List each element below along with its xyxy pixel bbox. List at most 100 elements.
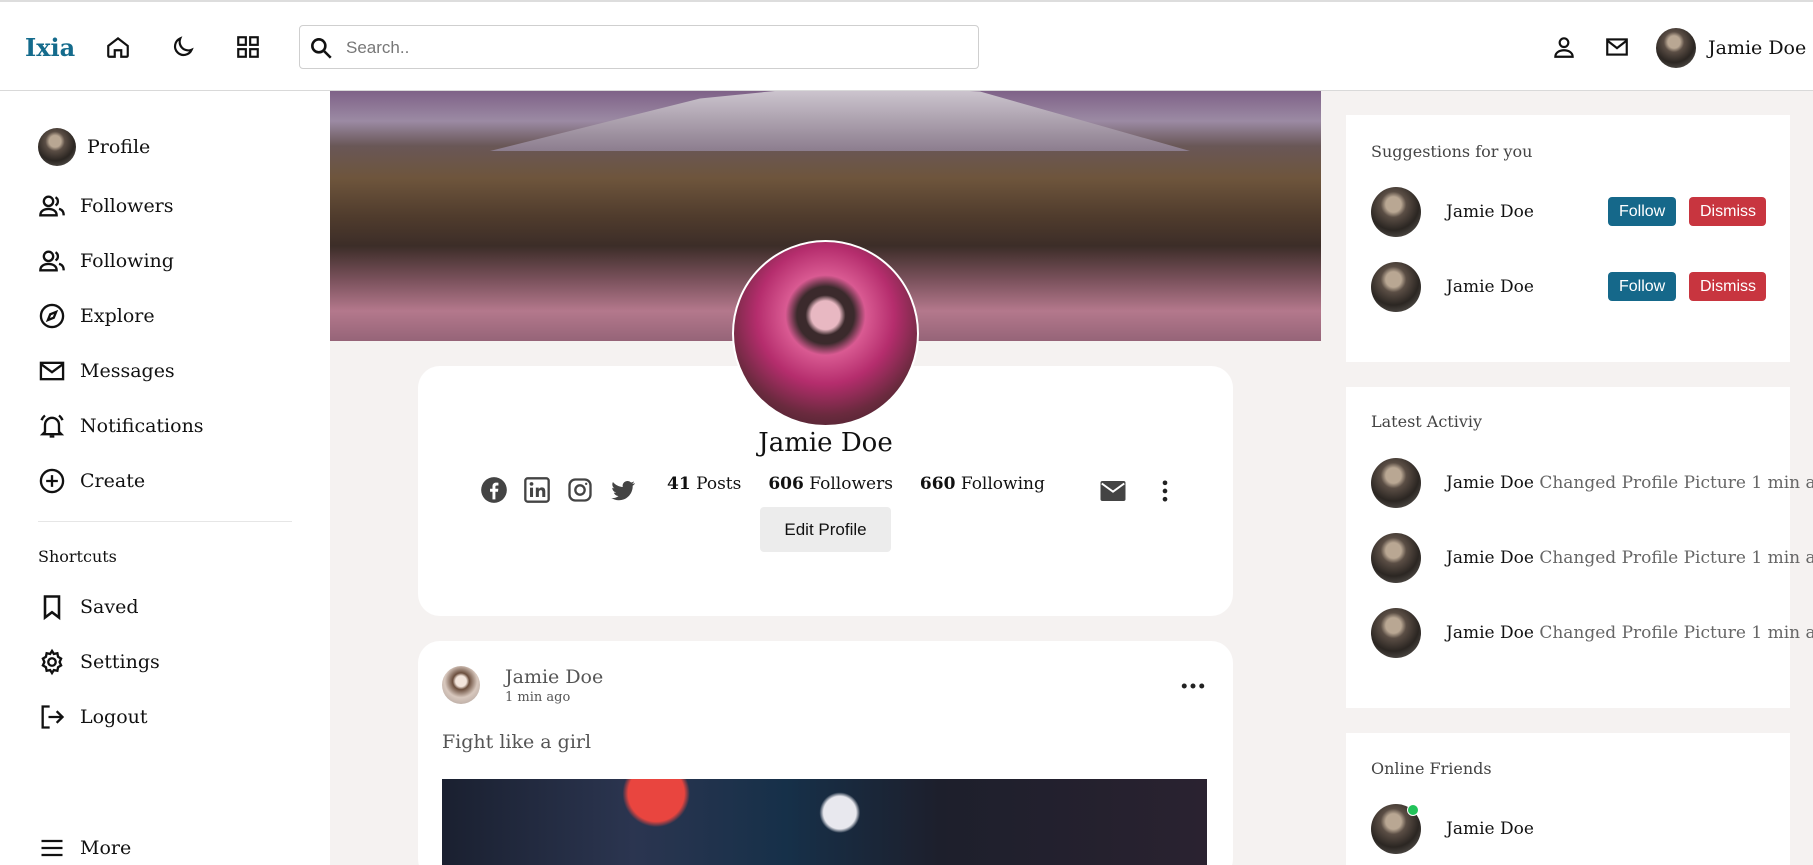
people-icon bbox=[39, 250, 65, 272]
profile-stats: 41 Posts 606 Followers 660 Following bbox=[667, 474, 1045, 494]
stat-following[interactable]: 660 Following bbox=[920, 474, 1045, 494]
sidebar-item-following[interactable]: Following bbox=[38, 241, 174, 281]
activity-item: Jamie Doe Changed Profile Picture 1 min … bbox=[1371, 533, 1813, 583]
people-icon bbox=[39, 195, 65, 217]
stat-followers[interactable]: 606 Followers bbox=[768, 474, 893, 494]
dismiss-button[interactable]: Dismiss bbox=[1689, 197, 1766, 226]
online-friend-item[interactable]: Jamie Doe bbox=[1371, 804, 1766, 854]
gear-icon bbox=[41, 648, 63, 676]
more-horizontal-icon[interactable] bbox=[1178, 671, 1208, 701]
suggestions-panel: Suggestions for you Jamie Doe Jamie Doe bbox=[1346, 115, 1790, 362]
compass-icon bbox=[39, 303, 65, 329]
facebook-icon[interactable] bbox=[480, 476, 508, 504]
activity-user[interactable]: Jamie Doe bbox=[1446, 548, 1534, 568]
dismiss-button[interactable]: Dismiss bbox=[1689, 272, 1766, 301]
user-name: Jamie Doe bbox=[1708, 37, 1807, 59]
avatar bbox=[38, 128, 76, 166]
sidebar-item-label: Logout bbox=[80, 706, 148, 728]
post-image[interactable] bbox=[442, 779, 1207, 865]
sidebar-item-create[interactable]: Create bbox=[38, 461, 145, 501]
linkedin-icon[interactable] bbox=[523, 476, 551, 504]
profile-picture[interactable] bbox=[732, 240, 919, 427]
brand-logo[interactable]: Ixia bbox=[25, 33, 75, 62]
profile-name: Jamie Doe bbox=[758, 428, 893, 458]
panel-title: Latest Activiy bbox=[1371, 412, 1483, 431]
avatar[interactable] bbox=[1371, 458, 1421, 508]
more-vertical-icon[interactable] bbox=[1151, 477, 1179, 505]
activity-panel: Latest Activiy Jamie Doe Changed Profile… bbox=[1346, 387, 1813, 708]
message-icon[interactable] bbox=[1098, 476, 1128, 506]
follow-button[interactable]: Follow bbox=[1608, 272, 1676, 301]
divider bbox=[38, 521, 292, 522]
activity-user[interactable]: Jamie Doe bbox=[1446, 473, 1534, 493]
sidebar-item-label: Create bbox=[80, 470, 146, 492]
sidebar-item-notifications[interactable]: Notifications bbox=[38, 406, 204, 446]
sidebar-item-profile[interactable]: Profile bbox=[38, 127, 150, 167]
avatar[interactable] bbox=[1371, 533, 1421, 583]
post-time: 1 min ago bbox=[505, 690, 571, 705]
bell-icon bbox=[39, 414, 65, 438]
user-menu[interactable]: Jamie Doe bbox=[1656, 28, 1806, 68]
stat-posts[interactable]: 41 Posts bbox=[667, 474, 741, 494]
search-icon bbox=[311, 38, 332, 59]
post-author[interactable]: Jamie Doe bbox=[505, 666, 603, 688]
activity-text: Jamie Doe Changed Profile Picture 1 min … bbox=[1446, 623, 1813, 643]
avatar bbox=[1656, 28, 1696, 68]
friend-name: Jamie Doe bbox=[1446, 819, 1534, 839]
sidebar-item-settings[interactable]: Settings bbox=[38, 642, 160, 682]
activity-description: Changed Profile Picture 1 min ago bbox=[1539, 548, 1813, 568]
sidebar-item-label: Saved bbox=[80, 596, 139, 618]
stat-count: 606 bbox=[768, 474, 804, 494]
avatar[interactable] bbox=[442, 666, 480, 704]
sidebar: Profile Followers Following Explore Mess… bbox=[0, 91, 330, 865]
stat-count: 660 bbox=[919, 474, 956, 494]
search-box bbox=[299, 25, 979, 69]
activity-text: Jamie Doe Changed Profile Picture 1 min … bbox=[1446, 548, 1813, 568]
social-links bbox=[480, 476, 637, 504]
post-card: Jamie Doe 1 min ago Fight like a girl bbox=[418, 641, 1233, 865]
avatar[interactable] bbox=[1371, 262, 1421, 312]
cover-mountain bbox=[490, 91, 1190, 151]
activity-item: Jamie Doe Changed Profile Picture 1 min … bbox=[1371, 608, 1813, 658]
grid-icon[interactable] bbox=[232, 31, 264, 63]
activity-description: Changed Profile Picture 1 min ago bbox=[1539, 473, 1813, 493]
user-icon[interactable] bbox=[1548, 31, 1580, 63]
sidebar-item-explore[interactable]: Explore bbox=[38, 296, 155, 336]
sidebar-item-followers[interactable]: Followers bbox=[38, 186, 174, 226]
edit-profile-button[interactable]: Edit Profile bbox=[760, 507, 891, 552]
activity-item: Jamie Doe Changed Profile Picture 1 min … bbox=[1371, 458, 1813, 508]
menu-icon bbox=[41, 839, 63, 857]
moon-icon[interactable] bbox=[167, 31, 199, 63]
post-text: Fight like a girl bbox=[442, 731, 592, 753]
stat-label: Followers bbox=[809, 474, 893, 494]
avatar[interactable] bbox=[1371, 187, 1421, 237]
twitter-icon[interactable] bbox=[609, 476, 637, 504]
sidebar-item-label: Explore bbox=[80, 305, 155, 327]
instagram-icon[interactable] bbox=[566, 476, 594, 504]
avatar[interactable] bbox=[1371, 608, 1421, 658]
sidebar-item-label: Followers bbox=[80, 195, 174, 217]
suggestion-name[interactable]: Jamie Doe bbox=[1446, 202, 1534, 222]
mail-icon[interactable] bbox=[1601, 31, 1633, 63]
stat-label: Posts bbox=[696, 474, 742, 494]
sidebar-item-logout[interactable]: Logout bbox=[38, 697, 148, 737]
plus-circle-icon bbox=[39, 468, 65, 494]
follow-button[interactable]: Follow bbox=[1608, 197, 1676, 226]
activity-description: Changed Profile Picture 1 min ago bbox=[1539, 623, 1813, 643]
search-input[interactable] bbox=[346, 34, 966, 62]
top-bar: Ixia Jamie Doe bbox=[0, 0, 1813, 91]
suggestion-name[interactable]: Jamie Doe bbox=[1446, 277, 1534, 297]
mail-icon bbox=[39, 361, 65, 381]
panel-title: Online Friends bbox=[1371, 759, 1492, 778]
logout-icon bbox=[41, 705, 65, 729]
sidebar-item-more[interactable]: More bbox=[38, 828, 131, 865]
activity-user[interactable]: Jamie Doe bbox=[1446, 623, 1534, 643]
sidebar-item-label: Notifications bbox=[80, 415, 204, 437]
avatar bbox=[1371, 804, 1421, 854]
sidebar-item-label: Following bbox=[80, 250, 174, 272]
sidebar-item-messages[interactable]: Messages bbox=[38, 351, 175, 391]
sidebar-item-label: Messages bbox=[80, 360, 175, 382]
home-icon[interactable] bbox=[102, 31, 134, 63]
panel-title: Suggestions for you bbox=[1371, 142, 1533, 161]
sidebar-item-saved[interactable]: Saved bbox=[38, 587, 138, 627]
